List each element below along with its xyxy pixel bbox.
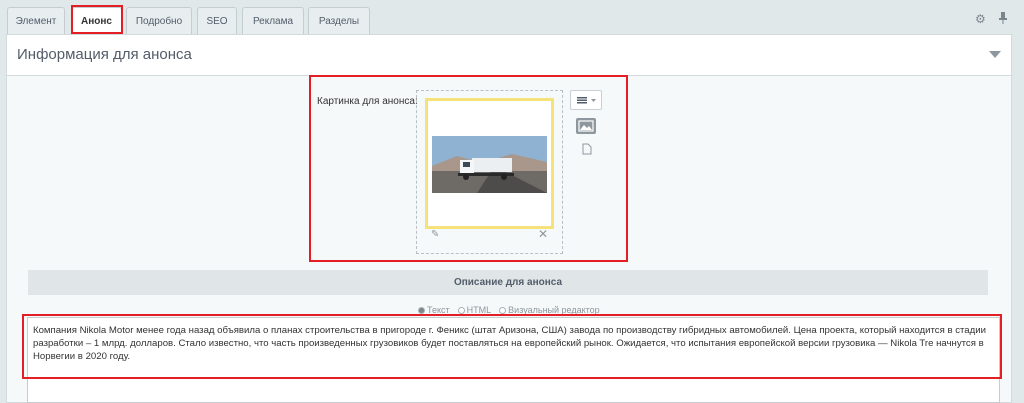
image-icon[interactable]: [576, 118, 596, 134]
mode-visual-option[interactable]: Визуальный редактор: [499, 305, 600, 315]
menu-icon: [577, 97, 596, 104]
panel-header: Информация для анонса: [7, 35, 1011, 76]
tab-sections[interactable]: Разделы: [308, 7, 370, 34]
description-section-header: Описание для анонса: [28, 270, 988, 295]
edit-icon[interactable]: ✎: [431, 229, 439, 240]
image-menu-button[interactable]: [570, 90, 602, 110]
truck-image: [432, 136, 547, 193]
pin-icon[interactable]: [998, 12, 1008, 27]
editor-mode-selector: Текст HTML Визуальный редактор: [418, 305, 600, 315]
tab-details[interactable]: Подробно: [126, 7, 192, 34]
panel-title: Информация для анонса: [17, 46, 192, 63]
tab-element[interactable]: Элемент: [7, 7, 65, 34]
radio-icon: [457, 306, 465, 314]
picture-label: Картинка для анонса:: [317, 96, 418, 107]
close-icon[interactable]: ✕: [538, 227, 548, 241]
radio-icon: [499, 306, 507, 314]
radio-icon: [418, 306, 425, 314]
collapse-icon[interactable]: [989, 51, 1001, 58]
mode-text-option[interactable]: Текст: [418, 305, 450, 315]
file-icon[interactable]: [582, 143, 592, 158]
tab-seo[interactable]: SEO: [197, 7, 237, 34]
tab-advertising[interactable]: Реклама: [242, 7, 304, 34]
description-textarea[interactable]: Компания Nikola Motor менее года назад о…: [27, 317, 1000, 403]
mode-html-option[interactable]: HTML: [457, 305, 491, 315]
gear-icon[interactable]: ⚙: [975, 12, 986, 26]
tab-announcement[interactable]: Анонс: [71, 7, 122, 34]
tab-bar: Элемент Анонс Подробно SEO Реклама Разде…: [0, 0, 1024, 34]
